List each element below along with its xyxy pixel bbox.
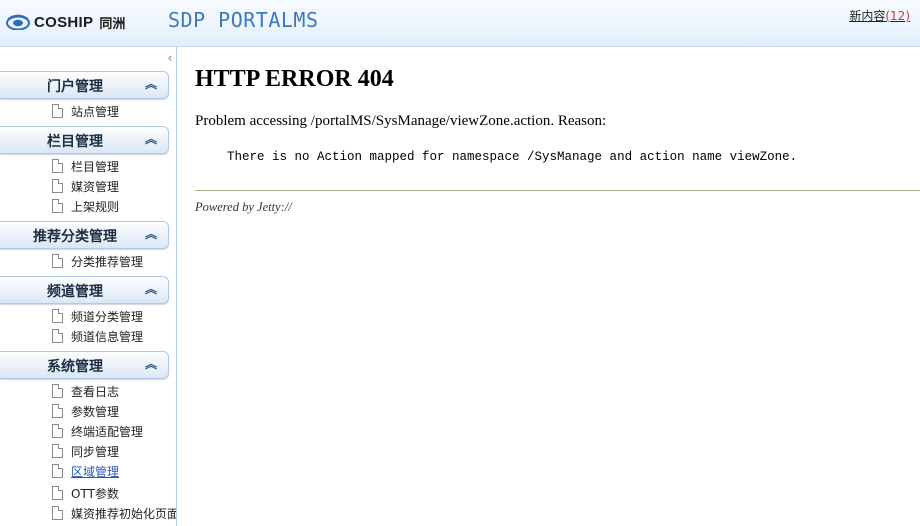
sidebar-group-title: 栏目管理 [47,134,103,150]
sidebar-group-channel[interactable]: 频道管理 ︽ [0,276,169,304]
app-title: SDP PORTALMS [168,8,319,32]
new-content-link[interactable]: 新内容(12) [849,7,910,24]
chevron-double-up-icon[interactable]: ︽ [145,225,157,242]
sidebar-item-column[interactable]: 栏目管理 [52,157,119,175]
new-content-count: 12 [890,9,906,23]
sidebar-group-title: 频道管理 [47,284,103,300]
sidebar-item-media[interactable]: 媒资管理 [52,177,119,195]
document-icon [52,254,63,268]
chevron-left-icon[interactable]: ‹ [165,52,175,64]
document-icon [52,329,63,343]
document-icon [52,199,63,213]
sidebar-item-label: 区域管理 [71,464,120,479]
sidebar-item-label: 终端适配管理 [71,424,144,439]
sidebar-item-label: 分类推荐管理 [71,254,144,269]
document-icon [52,486,63,500]
document-icon [52,309,63,323]
sidebar-item-label: 媒资管理 [71,179,120,194]
sidebar-group-title: 门户管理 [47,79,103,95]
brand-name: COSHIP [34,13,94,31]
sidebar-item-label: 频道分类管理 [71,309,144,324]
sidebar-item-category-recommend[interactable]: 分类推荐管理 [52,252,143,270]
document-icon [52,159,63,173]
sidebar-item-site[interactable]: 站点管理 [52,102,119,120]
main-content: HTTP ERROR 404 Problem accessing /portal… [177,47,920,526]
brand-name-cn: 同洲 [99,16,126,32]
sidebar-item-terminal-adapt[interactable]: 终端适配管理 [52,422,143,440]
document-icon [52,179,63,193]
sidebar-group-recommend[interactable]: 推荐分类管理 ︽ [0,221,169,249]
sidebar-item-label: 频道信息管理 [71,329,144,344]
coship-logo-icon [6,14,30,30]
sidebar-item-label: 栏目管理 [71,159,120,174]
chevron-double-up-icon[interactable]: ︽ [145,75,157,92]
sidebar-group-title: 推荐分类管理 [33,229,117,245]
header-bar: COSHIP 同洲 SDP PORTALMS 新内容(12) [0,0,920,47]
chevron-double-up-icon[interactable]: ︽ [145,280,157,297]
sidebar-item-label: 参数管理 [71,404,120,419]
error-title: HTTP ERROR 404 [195,66,394,92]
new-content-label: 新内容 [849,9,886,23]
sidebar-item-channel-category[interactable]: 频道分类管理 [52,307,143,325]
chevron-double-up-icon[interactable]: ︽ [145,355,157,372]
document-icon [52,104,63,118]
sidebar-item-channel-info[interactable]: 频道信息管理 [52,327,143,345]
brand-logo: COSHIP 同洲 [6,12,125,32]
divider [195,190,920,191]
sidebar-item-logs[interactable]: 查看日志 [52,382,119,400]
sidebar-item-label: 站点管理 [71,104,120,119]
error-detail-text: There is no Action mapped for namespace … [227,150,798,164]
sidebar-item-label: 查看日志 [71,384,120,399]
sidebar-item-label: 同步管理 [71,444,120,459]
powered-by-text: Powered by Jetty:// [195,200,292,214]
document-icon [52,444,63,458]
sidebar-item-label: 上架规则 [71,199,120,214]
sidebar-item-sync[interactable]: 同步管理 [52,442,119,460]
sidebar-item-media-recommend-init[interactable]: 媒资推荐初始化页面 [52,504,177,522]
sidebar-group-system[interactable]: 系统管理 ︽ [0,351,169,379]
sidebar-group-title: 系统管理 [47,359,103,375]
document-icon [52,404,63,418]
sidebar-item-params[interactable]: 参数管理 [52,402,119,420]
sidebar-group-column[interactable]: 栏目管理 ︽ [0,126,169,154]
chevron-double-up-icon[interactable]: ︽ [145,130,157,147]
sidebar-item-label: OTT参数 [71,486,119,501]
document-icon [52,464,63,478]
sidebar-group-portal[interactable]: 门户管理 ︽ [0,71,169,99]
error-problem-text: Problem accessing /portalMS/SysManage/vi… [195,113,607,129]
sidebar-item-zone[interactable]: 区域管理 [52,462,119,480]
sidebar-item-label: 媒资推荐初始化页面 [71,506,177,521]
sidebar: ‹ 门户管理 ︽ 站点管理 栏目管理 ︽ 栏目管理 媒资管理 上架规则 推荐分类… [0,47,177,526]
document-icon [52,506,63,520]
document-icon [52,384,63,398]
document-icon [52,424,63,438]
sidebar-item-shelf-rules[interactable]: 上架规则 [52,197,119,215]
sidebar-item-ott-params[interactable]: OTT参数 [52,484,119,502]
